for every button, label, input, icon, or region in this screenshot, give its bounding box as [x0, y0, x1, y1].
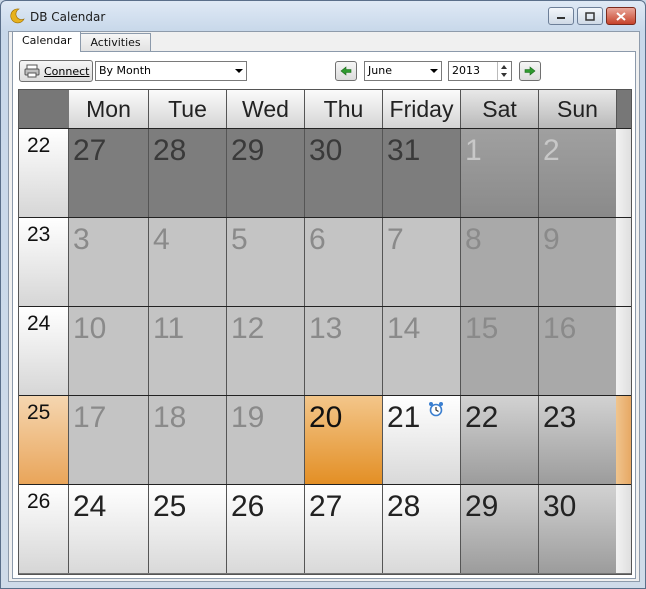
- calendar-tab-panel: Connect By Month June 2013 Mon Tue Wed T…: [12, 51, 636, 579]
- next-month-button[interactable]: [519, 61, 541, 81]
- day-cell[interactable]: 24: [69, 485, 149, 573]
- day-cell[interactable]: 11: [149, 307, 227, 395]
- day-cell[interactable]: 27: [305, 485, 383, 573]
- week-row: 24 10 11 12 13 14 15 16: [19, 306, 631, 395]
- year-value: 2013: [452, 64, 480, 77]
- maximize-button[interactable]: [577, 7, 603, 25]
- day-cell[interactable]: 6: [305, 218, 383, 306]
- day-cell[interactable]: 23: [539, 396, 617, 484]
- day-cell[interactable]: 19: [227, 396, 305, 484]
- day-cell[interactable]: 13: [305, 307, 383, 395]
- week-number[interactable]: 25: [19, 396, 69, 484]
- day-cell[interactable]: 31: [383, 129, 461, 217]
- day-cell-today[interactable]: 20: [305, 396, 383, 484]
- day-cell-with-event[interactable]: 21: [383, 396, 461, 484]
- month-value: June: [368, 64, 392, 77]
- month-select[interactable]: June: [364, 61, 442, 81]
- tab-activities[interactable]: Activities: [80, 33, 151, 52]
- day-cell[interactable]: 28: [149, 129, 227, 217]
- minimize-button[interactable]: [548, 7, 574, 25]
- day-cell[interactable]: 1: [461, 129, 539, 217]
- tab-calendar[interactable]: Calendar: [12, 31, 82, 52]
- day-cell[interactable]: 10: [69, 307, 149, 395]
- minimize-icon: [557, 17, 565, 19]
- day-cell[interactable]: 29: [461, 485, 539, 573]
- day-cell[interactable]: 2: [539, 129, 617, 217]
- day-cell[interactable]: 22: [461, 396, 539, 484]
- close-button[interactable]: [606, 7, 636, 25]
- view-mode-value: By Month: [99, 64, 152, 77]
- header-thu: Thu: [305, 90, 383, 128]
- tab-strip: Calendar Activities: [12, 31, 151, 53]
- row-tail: [616, 485, 631, 573]
- day-cell[interactable]: 25: [149, 485, 227, 573]
- printer-icon: [24, 64, 40, 78]
- app-window: DB Calendar Calendar Activities Connect: [0, 0, 646, 589]
- day-cell[interactable]: 17: [69, 396, 149, 484]
- arrow-right-icon: [524, 66, 536, 76]
- header-corner: [19, 90, 69, 128]
- week-row: 26 24 25 26 27 28 29 30: [19, 484, 631, 573]
- title-bar[interactable]: DB Calendar: [1, 1, 645, 31]
- spin-up-icon[interactable]: [501, 65, 507, 69]
- day-cell[interactable]: 28: [383, 485, 461, 573]
- day-cell[interactable]: 29: [227, 129, 305, 217]
- previous-month-button[interactable]: [335, 61, 357, 81]
- row-tail: [616, 129, 631, 217]
- day-cell[interactable]: 4: [149, 218, 227, 306]
- chevron-down-icon: [235, 69, 243, 73]
- header-fri: Friday: [383, 90, 461, 128]
- day-cell[interactable]: 12: [227, 307, 305, 395]
- week-row: 22 27 28 29 30 31 1 2: [19, 128, 631, 217]
- spin-down-icon[interactable]: [501, 73, 507, 77]
- day-cell[interactable]: 26: [227, 485, 305, 573]
- month-calendar: Mon Tue Wed Thu Friday Sat Sun 22 27 28 …: [18, 89, 632, 575]
- year-stepper[interactable]: 2013: [448, 61, 512, 81]
- week-row: 23 3 4 5 6 7 8 9: [19, 217, 631, 306]
- day-cell[interactable]: 30: [539, 485, 617, 573]
- header-sat: Sat: [461, 90, 539, 128]
- chevron-down-icon: [430, 69, 438, 73]
- window-title: DB Calendar: [30, 10, 106, 24]
- year-spin-arrows[interactable]: [497, 62, 511, 80]
- day-cell[interactable]: 9: [539, 218, 617, 306]
- row-tail: [616, 396, 631, 484]
- header-wed: Wed: [227, 90, 305, 128]
- moon-icon: [10, 8, 25, 24]
- day-cell[interactable]: 15: [461, 307, 539, 395]
- alarm-clock-icon[interactable]: [428, 401, 444, 417]
- week-row-current: 25 17 18 19 20 21 22 23: [19, 395, 631, 484]
- header-sun: Sun: [539, 90, 617, 128]
- day-cell[interactable]: 18: [149, 396, 227, 484]
- day-cell[interactable]: 7: [383, 218, 461, 306]
- header-tail: [617, 90, 631, 128]
- arrow-left-icon: [340, 66, 352, 76]
- connect-button[interactable]: Connect: [19, 60, 93, 82]
- close-icon: [616, 11, 626, 21]
- connect-label: Connect: [44, 64, 90, 78]
- row-tail: [616, 218, 631, 306]
- week-number[interactable]: 24: [19, 307, 69, 395]
- day-number: 21: [387, 401, 421, 434]
- day-cell[interactable]: 27: [69, 129, 149, 217]
- week-number[interactable]: 23: [19, 218, 69, 306]
- maximize-icon: [585, 11, 595, 21]
- view-mode-select[interactable]: By Month: [95, 61, 247, 81]
- day-cell[interactable]: 14: [383, 307, 461, 395]
- header-tue: Tue: [149, 90, 227, 128]
- client-area: Calendar Activities Connect By Month Jun…: [8, 31, 640, 582]
- day-cell[interactable]: 8: [461, 218, 539, 306]
- week-number[interactable]: 22: [19, 129, 69, 217]
- day-cell[interactable]: 16: [539, 307, 617, 395]
- header-mon: Mon: [69, 90, 149, 128]
- day-cell[interactable]: 30: [305, 129, 383, 217]
- row-tail: [616, 307, 631, 395]
- week-number[interactable]: 26: [19, 485, 69, 573]
- weekday-header: Mon Tue Wed Thu Friday Sat Sun: [19, 90, 631, 128]
- day-cell[interactable]: 5: [227, 218, 305, 306]
- day-cell[interactable]: 3: [69, 218, 149, 306]
